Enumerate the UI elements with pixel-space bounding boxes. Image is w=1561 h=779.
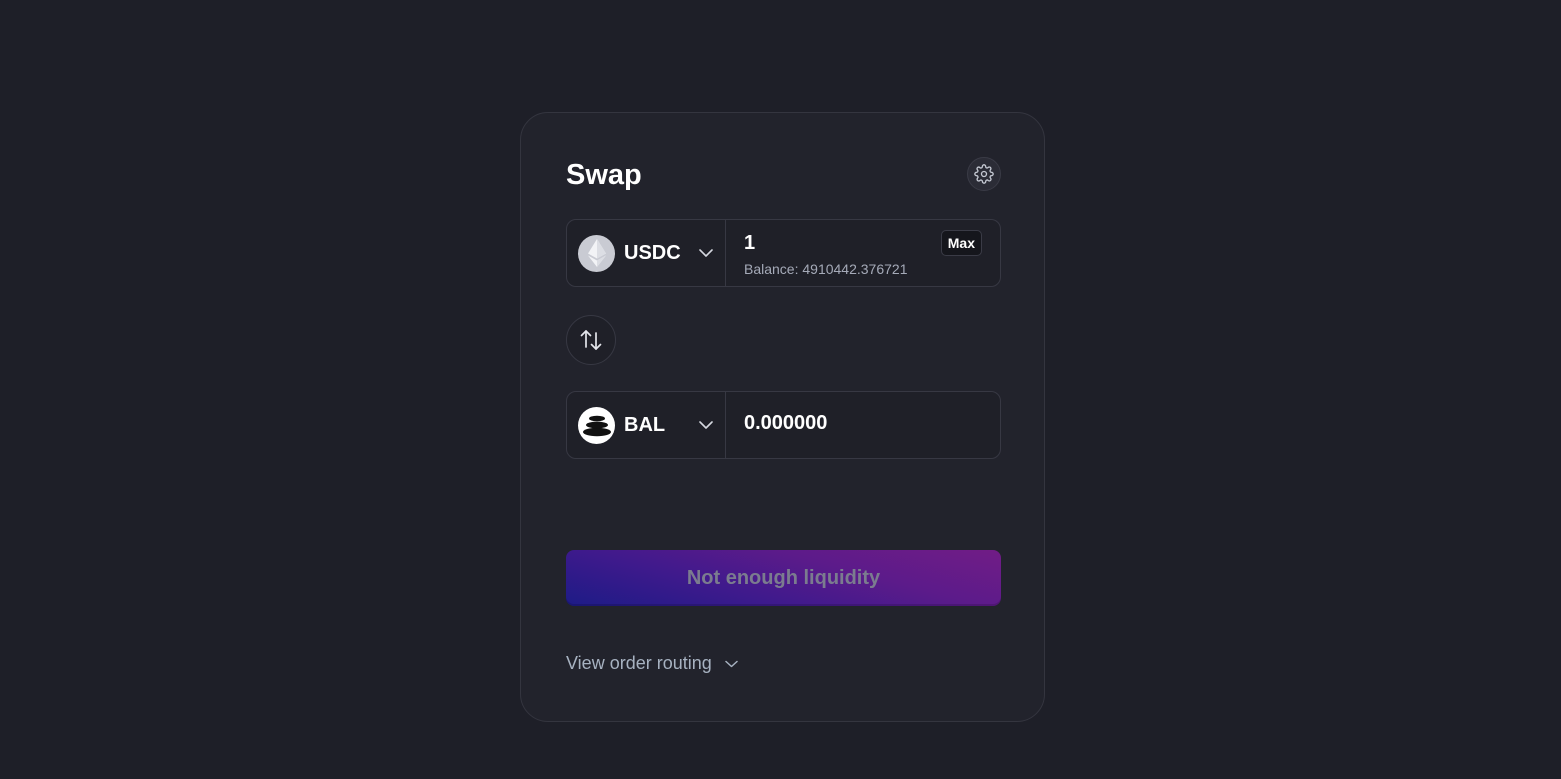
to-token-panel: BAL [566, 391, 1001, 459]
from-token-symbol: USDC [624, 241, 681, 264]
balancer-icon [578, 406, 615, 444]
settings-button[interactable] [967, 157, 1001, 191]
routing-label: View order routing [566, 653, 712, 673]
switch-tokens-button[interactable] [566, 315, 616, 365]
max-button[interactable]: Max [940, 230, 982, 256]
to-token-symbol: BAL [624, 413, 666, 436]
swap-title: Swap [566, 159, 642, 191]
chevron-down-icon [699, 249, 713, 258]
swap-card: Swap USDC 1 Balance: 4910442.376721 Max … [520, 112, 1045, 722]
from-balance: Balance: 4910442.376721 [744, 261, 908, 277]
ethereum-icon [578, 234, 615, 272]
from-amount-area: Balance: 4910442.376721 Max [726, 220, 1000, 286]
arrows-up-down-icon [579, 329, 603, 351]
to-token-selector[interactable]: BAL [567, 392, 726, 458]
chevron-down-icon [699, 421, 713, 430]
view-order-routing-toggle[interactable]: View order routing [566, 653, 738, 674]
not-enough-liquidity-button[interactable]: Not enough liquidity [566, 550, 1001, 606]
to-amount-area [726, 392, 1000, 458]
from-token-panel: USDC Balance: 4910442.376721 Max [566, 219, 1001, 287]
from-token-selector[interactable]: USDC [567, 220, 726, 286]
from-amount-input[interactable] [744, 229, 924, 257]
to-amount-input[interactable] [744, 409, 924, 437]
chevron-down-icon [725, 660, 738, 668]
gear-icon [974, 164, 994, 184]
